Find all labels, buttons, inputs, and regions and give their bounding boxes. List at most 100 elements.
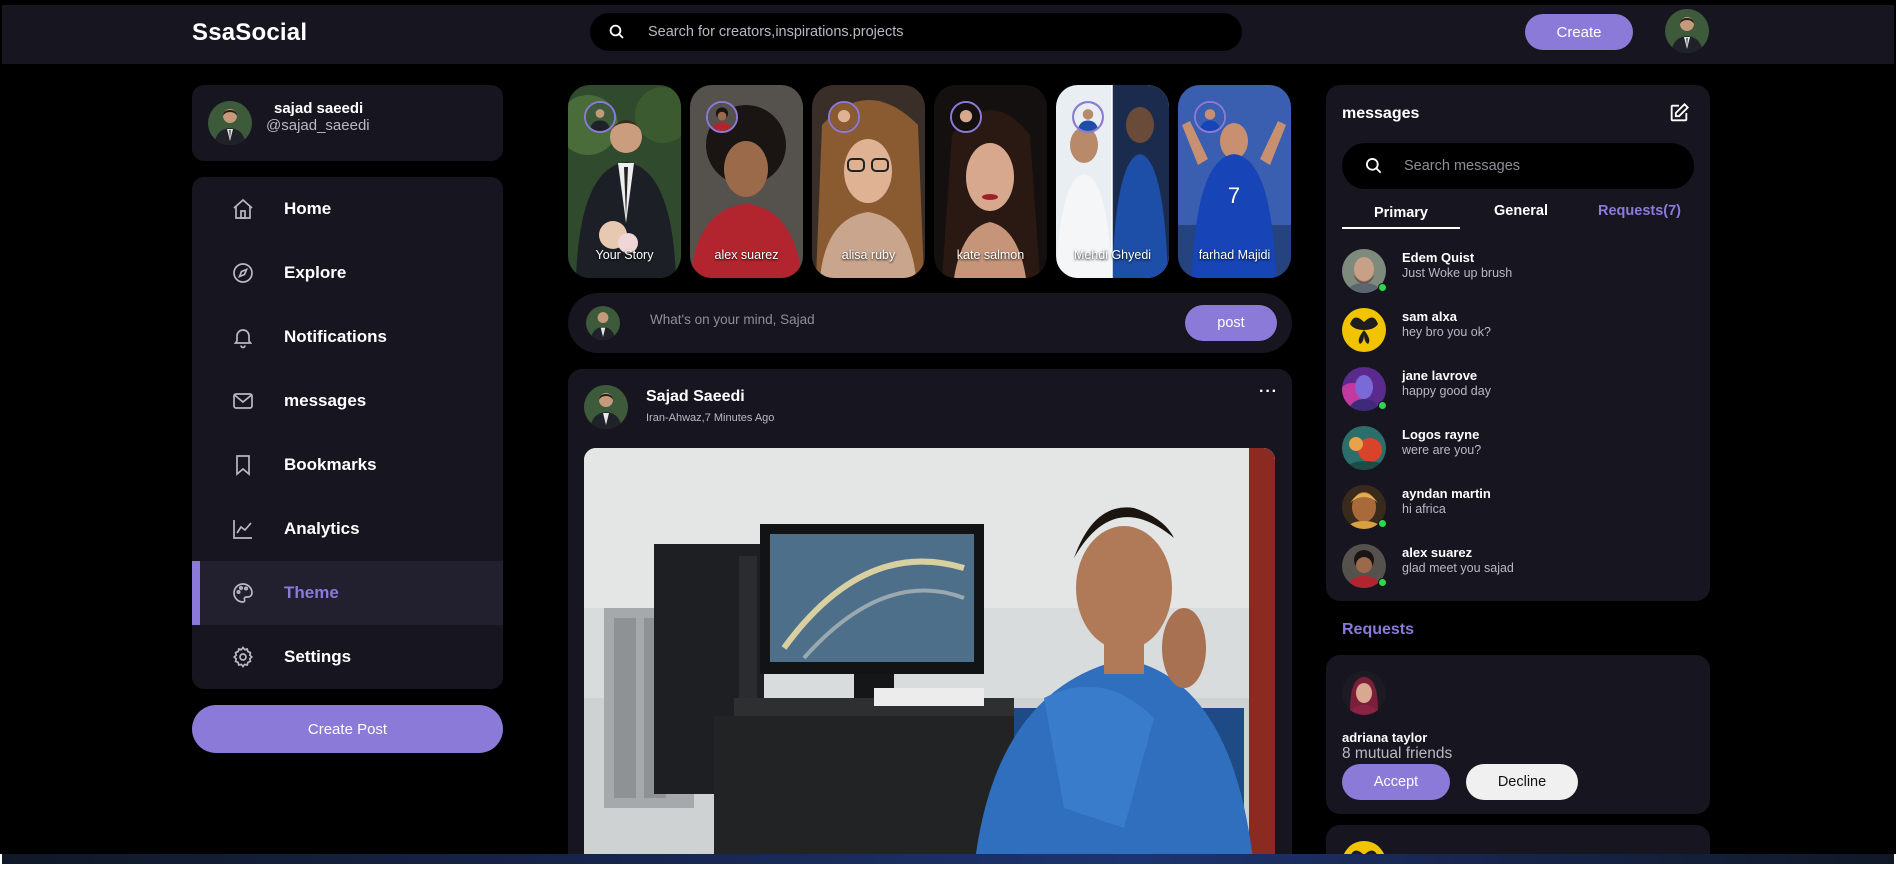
sidebar-item-label: Bookmarks [284, 455, 377, 474]
message-item[interactable]: jane lavrove happy good day [1342, 363, 1694, 415]
global-search-input[interactable] [648, 24, 1208, 40]
profile-handle: @sajad_saeedi [266, 117, 370, 134]
sidebar-item-label: Explore [284, 263, 347, 282]
sidebar-item-explore[interactable]: Explore [192, 241, 503, 305]
svg-text:7: 7 [1228, 183, 1240, 208]
message-avatar [1342, 308, 1386, 352]
gear-icon [230, 644, 256, 670]
messages-title: messages [1342, 105, 1420, 122]
post-author-name[interactable]: Sajad Saeedi [646, 388, 745, 406]
sidebar-item-settings[interactable]: Settings [192, 625, 503, 689]
sidebar-nav: Home Explore Notifications messages Book… [192, 177, 503, 689]
create-post-button[interactable]: Create Post [192, 705, 503, 753]
compose-icon[interactable] [1668, 102, 1690, 124]
story-avatar [706, 101, 738, 133]
story-name: Your Story [595, 248, 654, 262]
friend-request-card: adriana taylor 8 mutual friends Accept D… [1326, 655, 1710, 814]
message-preview: Just Woke up brush [1402, 266, 1513, 280]
message-item[interactable]: Edem Quist Just Woke up brush [1342, 245, 1694, 297]
friend-request-card [1326, 825, 1710, 854]
story-card[interactable]: alisa ruby [812, 85, 925, 278]
composer-input[interactable] [650, 312, 1130, 327]
tab-general[interactable]: General [1494, 203, 1548, 219]
tab-primary[interactable]: Primary [1342, 203, 1460, 229]
message-item[interactable]: ayndan martin hi africa [1342, 481, 1694, 533]
bell-icon [230, 324, 256, 350]
tab-requests[interactable]: Requests(7) [1598, 203, 1681, 219]
story-card[interactable]: Mehdi Ghyedi [1056, 85, 1169, 278]
online-indicator [1378, 519, 1387, 528]
online-indicator [1378, 578, 1387, 587]
post-button[interactable]: post [1185, 305, 1277, 341]
post-author-avatar[interactable] [584, 385, 628, 429]
sidebar-item-bookmarks[interactable]: Bookmarks [192, 433, 503, 497]
profile-name: sajad saeedi [274, 100, 364, 117]
feed-post: Sajad Saeedi Iran-Ahwaz,7 Minutes Ago ··… [568, 369, 1292, 854]
sidebar-item-label: Notifications [284, 327, 387, 346]
sidebar-item-label: Analytics [284, 519, 360, 538]
story-avatar [1194, 101, 1226, 133]
request-name: adriana taylor [1342, 730, 1428, 745]
top-navbar: SsaSocial Create [2, 5, 1894, 64]
composer-avatar [586, 306, 620, 340]
online-indicator [1378, 283, 1387, 292]
story-avatar [584, 101, 616, 133]
message-sender: ayndan martin [1402, 486, 1491, 501]
chart-icon [230, 516, 256, 542]
story-card[interactable]: alex suarez [690, 85, 803, 278]
story-avatar [950, 101, 982, 133]
messages-tabs: Primary General Requests(7) [1342, 203, 1694, 229]
sidebar-item-label: messages [284, 391, 367, 410]
search-icon [608, 23, 626, 41]
profile-card[interactable]: sajad saeedi @sajad_saeedi [192, 85, 503, 161]
message-avatar [1342, 426, 1386, 470]
sidebar-item-theme[interactable]: Theme [192, 561, 503, 625]
accept-button[interactable]: Accept [1342, 764, 1450, 800]
message-item[interactable]: sam alxa hey bro you ok? [1342, 304, 1694, 356]
decline-button[interactable]: Decline [1466, 764, 1578, 800]
post-meta: Iran-Ahwaz,7 Minutes Ago [646, 412, 775, 424]
app-logo[interactable]: SsaSocial [192, 19, 307, 47]
messages-panel: messages Primary General Requests(7) Ede… [1326, 85, 1710, 601]
message-item[interactable]: alex suarez glad meet you sajad [1342, 540, 1694, 592]
sidebar-item-notifications[interactable]: Notifications [192, 305, 503, 369]
request-avatar[interactable] [1342, 841, 1386, 854]
search-icon [1364, 156, 1384, 176]
mail-icon [230, 388, 256, 414]
sidebar-item-analytics[interactable]: Analytics [192, 497, 503, 561]
story-card[interactable]: 7 farhad Majidi [1178, 85, 1291, 278]
story-name: alex suarez [714, 248, 779, 262]
mutual-friends: 8 mutual friends [1342, 745, 1453, 762]
user-avatar[interactable] [1665, 9, 1709, 53]
message-sender: jane lavrove [1402, 368, 1478, 383]
story-avatar [1072, 101, 1104, 133]
story-card[interactable]: Your Story [568, 85, 681, 278]
post-image[interactable] [584, 448, 1275, 854]
more-options-icon[interactable]: ··· [1259, 383, 1278, 401]
messages-search[interactable] [1342, 143, 1694, 189]
sidebar-item-messages[interactable]: messages [192, 369, 503, 433]
story-card[interactable]: kate salmon [934, 85, 1047, 278]
message-preview: hi africa [1402, 502, 1446, 516]
story-name: Mehdi Ghyedi [1073, 248, 1152, 262]
sidebar-item-label: Home [284, 199, 332, 218]
story-name: kate salmon [956, 248, 1025, 262]
stories-row: Your Story alex suarez alisa ruby kate s… [568, 85, 1292, 278]
message-item[interactable]: Logos rayne were are you? [1342, 422, 1694, 474]
compass-icon [230, 260, 256, 286]
taskbar-strip [0, 854, 1896, 874]
sidebar-item-home[interactable]: Home [192, 177, 503, 241]
message-preview: glad meet you sajad [1402, 561, 1514, 575]
message-preview: happy good day [1402, 384, 1491, 398]
palette-icon [230, 580, 256, 606]
app-frame: SsaSocial Create sajad saeedi @sajad_sae… [2, 5, 1894, 854]
messages-search-input[interactable] [1404, 158, 1684, 174]
create-button[interactable]: Create [1525, 14, 1633, 50]
global-search[interactable] [590, 13, 1242, 51]
bookmark-icon [230, 452, 256, 478]
story-avatar [828, 101, 860, 133]
request-avatar[interactable] [1342, 671, 1386, 715]
sidebar-item-label: Theme [284, 583, 339, 602]
post-composer: post [568, 293, 1292, 353]
message-sender: sam alxa [1402, 309, 1457, 324]
